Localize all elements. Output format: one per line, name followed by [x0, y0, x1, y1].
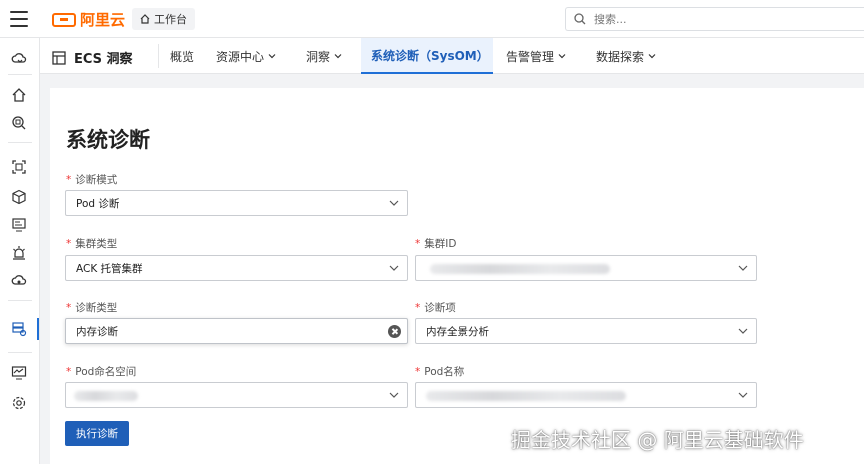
diag-item-label: * 诊断项: [415, 300, 456, 315]
diag-type-label: * 诊断类型: [66, 300, 117, 315]
diag-type-label-text: 诊断类型: [75, 302, 118, 314]
home-icon: [140, 14, 150, 24]
diag-mode-label: * 诊断模式: [66, 172, 117, 187]
home-rail-icon[interactable]: [10, 86, 28, 104]
run-diagnosis-button[interactable]: 执行诊断: [65, 421, 129, 446]
search-icon: [574, 13, 586, 25]
cluster-type-value: ACK 托管集群: [76, 262, 143, 275]
dashboard-monitor-icon[interactable]: [10, 364, 28, 382]
pod-name-label-text: Pod名称: [424, 366, 465, 378]
redacted-value: [426, 391, 626, 401]
rail-active-indicator: [37, 318, 39, 340]
tab-label: 告警管理: [506, 49, 555, 64]
clear-icon[interactable]: [388, 325, 401, 338]
cluster-id-label: * 集群ID: [415, 236, 456, 251]
redacted-value: [430, 264, 610, 274]
search-input[interactable]: [594, 12, 794, 26]
chevron-down-icon: [389, 265, 399, 271]
tab-alarm-management[interactable]: 告警管理: [496, 38, 576, 74]
ecs-insight-icon: [52, 50, 66, 65]
nav-divider: [158, 44, 159, 68]
tab-sysom[interactable]: 系统诊断（SysOM）: [361, 38, 493, 74]
workbench-button[interactable]: 工作台: [132, 8, 195, 30]
cluster-id-select[interactable]: [415, 255, 757, 281]
scan-icon[interactable]: [10, 158, 28, 176]
page-title: 系统诊断: [66, 128, 150, 152]
rail-divider: [8, 352, 32, 353]
tab-insight[interactable]: 洞察: [296, 38, 352, 74]
pod-namespace-label-text: Pod命名空间: [75, 366, 137, 378]
required-mark: *: [66, 174, 72, 186]
required-mark: *: [66, 302, 72, 314]
workbench-label: 工作台: [154, 13, 187, 26]
required-mark: *: [66, 238, 72, 250]
diag-item-value: 内存全景分析: [426, 325, 489, 338]
aliyun-logo-icon: [52, 12, 76, 27]
tab-label: 数据探索: [596, 49, 645, 64]
diag-type-value: 内存诊断: [76, 325, 118, 338]
monitor-list-icon[interactable]: [10, 216, 28, 234]
cluster-type-label: * 集群类型: [66, 236, 117, 251]
rail-divider: [8, 300, 32, 301]
pod-namespace-label: * Pod命名空间: [66, 364, 136, 379]
product-title[interactable]: ECS 洞察: [52, 48, 133, 67]
alarm-icon[interactable]: [10, 244, 28, 262]
required-mark: *: [415, 238, 421, 250]
diag-mode-label-text: 诊断模式: [75, 174, 118, 186]
diag-item-label-text: 诊断项: [424, 302, 456, 314]
cloud-gear-icon[interactable]: [10, 272, 28, 290]
product-nav-bar: ECS 洞察 概览 资源中心 洞察 系统诊断（SysOM） 告警管理 数据探索: [40, 38, 864, 74]
pod-name-label: * Pod名称: [415, 364, 464, 379]
tab-label: 洞察: [306, 49, 331, 64]
aliyun-logo[interactable]: 阿里云: [52, 9, 125, 30]
required-mark: *: [415, 302, 421, 314]
rail-divider: [8, 74, 32, 75]
chevron-down-icon: [389, 200, 399, 206]
required-mark: *: [66, 366, 72, 378]
tab-label: 系统诊断（SysOM）: [371, 48, 489, 63]
chevron-down-icon: [738, 265, 748, 271]
pod-name-select[interactable]: [415, 382, 757, 408]
tab-label: 概览: [170, 49, 195, 64]
product-title-text: ECS 洞察: [74, 52, 133, 67]
resource-search-icon[interactable]: [10, 114, 28, 132]
cloud-sync-icon[interactable]: [10, 50, 28, 68]
cluster-type-label-text: 集群类型: [75, 238, 118, 250]
top-bar: 阿里云 工作台: [0, 0, 864, 38]
watermark: 掘金技术社区 @ 阿里云基础软件: [511, 428, 804, 452]
chevron-down-icon: [268, 54, 276, 59]
global-search[interactable]: [565, 7, 864, 31]
redacted-value: [74, 391, 138, 401]
chevron-down-icon: [389, 392, 399, 398]
chevron-down-icon: [738, 328, 748, 334]
required-mark: *: [415, 366, 421, 378]
settings-gear-icon[interactable]: [10, 394, 28, 412]
diag-mode-select[interactable]: Pod 诊断: [65, 190, 408, 216]
left-rail: [0, 38, 40, 464]
chevron-down-icon: [738, 392, 748, 398]
tab-data-explore[interactable]: 数据探索: [586, 38, 666, 74]
tab-overview[interactable]: 概览: [160, 38, 204, 74]
brand-name: 阿里云: [80, 11, 126, 29]
tab-label: 资源中心: [216, 49, 265, 64]
chevron-down-icon: [558, 54, 566, 59]
menu-icon[interactable]: [10, 11, 28, 27]
sysom-diagnosis-icon[interactable]: [10, 320, 28, 338]
diag-type-select[interactable]: 内存诊断: [65, 318, 408, 344]
pod-namespace-select[interactable]: [65, 382, 408, 408]
chevron-down-icon: [648, 54, 656, 59]
cube-icon[interactable]: [10, 188, 28, 206]
cluster-id-label-text: 集群ID: [424, 238, 457, 250]
rail-divider: [8, 142, 32, 143]
cluster-type-select[interactable]: ACK 托管集群: [65, 255, 408, 281]
diag-mode-value: Pod 诊断: [76, 197, 120, 210]
diag-item-select[interactable]: 内存全景分析: [415, 318, 757, 344]
tab-resource-center[interactable]: 资源中心: [206, 38, 286, 74]
chevron-down-icon: [334, 54, 342, 59]
